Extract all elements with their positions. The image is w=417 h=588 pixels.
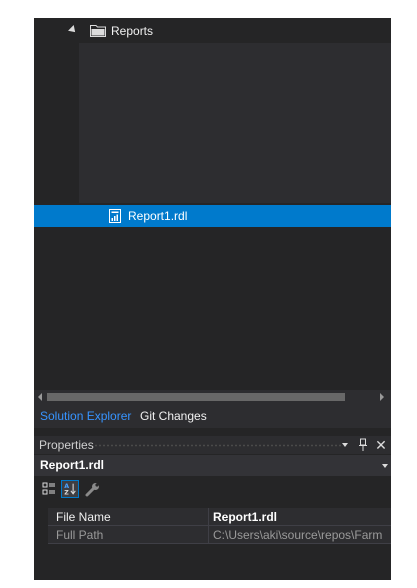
svg-text:Z: Z [64, 489, 69, 496]
row-gutter [34, 508, 48, 526]
tree-item-report1[interactable]: Report1.rdl [34, 205, 391, 227]
properties-title-bar[interactable]: Properties ✕ [34, 436, 391, 454]
selected-object-name: Report1.rdl [40, 458, 105, 472]
panel-tabs: Solution Explorer Git Changes [34, 404, 391, 428]
property-name: File Name [48, 508, 208, 526]
tree-item-label: Report1.rdl [128, 209, 188, 223]
object-selector[interactable]: Report1.rdl [34, 455, 391, 476]
tab-git-changes[interactable]: Git Changes [140, 404, 207, 428]
alphabetical-sort-icon[interactable]: A Z [61, 480, 79, 498]
scrollbar-thumb[interactable] [47, 393, 345, 401]
tree-item-reports[interactable]: Reports [34, 20, 391, 42]
title-grip [94, 444, 342, 447]
close-icon[interactable]: ✕ [374, 437, 388, 453]
report-file-icon [109, 209, 121, 223]
solution-explorer-tree: Reports Report1.rdl [34, 18, 391, 390]
solution-explorer-panel: Reports Report1.rdl Solution Explorer Gi… [34, 18, 391, 580]
scroll-left-icon[interactable] [38, 393, 42, 401]
chevron-down-icon[interactable] [382, 464, 388, 468]
wrench-icon[interactable] [84, 480, 102, 498]
property-name: Full Path [48, 526, 208, 544]
tree-empty-area [79, 43, 391, 203]
property-grid: File Name Report1.rdl Full Path C:\Users… [34, 508, 391, 544]
tab-solution-explorer[interactable]: Solution Explorer [40, 404, 131, 428]
properties-toolbar: A Z [34, 478, 391, 502]
expand-arrow-icon[interactable] [68, 25, 78, 35]
scroll-right-icon[interactable] [380, 393, 384, 401]
property-value[interactable]: C:\Users\aki\source\repos\Farm [208, 526, 391, 544]
property-row[interactable]: File Name Report1.rdl [34, 508, 391, 526]
horizontal-scrollbar[interactable] [34, 390, 391, 404]
row-gutter [34, 526, 48, 544]
pin-icon[interactable] [357, 438, 369, 452]
property-row[interactable]: Full Path C:\Users\aki\source\repos\Farm [34, 526, 391, 544]
folder-icon [90, 25, 106, 37]
tree-item-label: Reports [111, 24, 154, 38]
properties-title: Properties [39, 438, 94, 452]
properties-window: Properties ✕ Report1.rdl A Z File Name R… [34, 436, 391, 580]
window-options-icon[interactable] [342, 443, 348, 447]
categorized-view-icon[interactable] [40, 480, 58, 498]
property-value[interactable]: Report1.rdl [208, 508, 391, 526]
